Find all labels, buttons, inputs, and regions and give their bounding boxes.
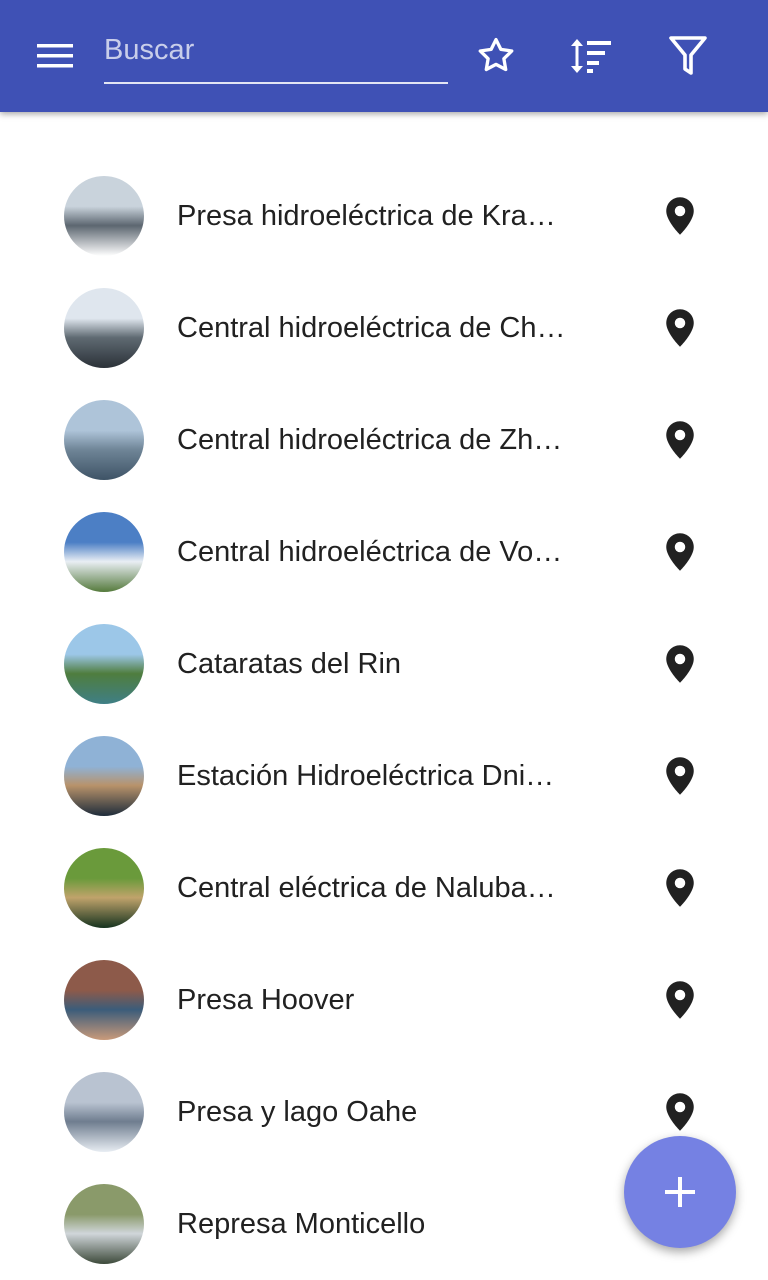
list-item-label: Presa y lago Oahe bbox=[177, 1096, 418, 1128]
list-item[interactable]: Presa Hoover bbox=[0, 944, 768, 1056]
place-thumbnail bbox=[64, 176, 144, 256]
menu-button[interactable] bbox=[28, 30, 84, 82]
location-button[interactable] bbox=[660, 1090, 700, 1134]
star-icon bbox=[478, 37, 514, 72]
location-button[interactable] bbox=[660, 530, 700, 574]
location-pin-icon bbox=[666, 197, 694, 235]
location-button[interactable] bbox=[660, 978, 700, 1022]
location-button[interactable] bbox=[660, 194, 700, 238]
place-thumbnail bbox=[64, 1072, 144, 1152]
filter-button[interactable] bbox=[660, 28, 716, 84]
list-item[interactable]: Estación Hidroeléctrica Dni… bbox=[0, 720, 768, 832]
sort-icon bbox=[571, 39, 611, 73]
list-item[interactable]: Central eléctrica de Naluba… bbox=[0, 832, 768, 944]
place-thumbnail bbox=[64, 624, 144, 704]
filter-icon bbox=[669, 36, 707, 75]
list-item-label: Central hidroeléctrica de Zh… bbox=[177, 424, 563, 456]
list-item[interactable]: Cataratas del Rin bbox=[0, 608, 768, 720]
list-item[interactable]: Central hidroeléctrica de Zh… bbox=[0, 384, 768, 496]
place-thumbnail bbox=[64, 736, 144, 816]
favorites-button[interactable] bbox=[468, 28, 524, 84]
location-pin-icon bbox=[666, 981, 694, 1019]
sort-button[interactable] bbox=[563, 28, 619, 84]
list-item-label: Represa Monticello bbox=[177, 1208, 426, 1240]
list-item-label: Presa hidroeléctrica de Kra… bbox=[177, 200, 556, 232]
location-pin-icon bbox=[666, 869, 694, 907]
place-thumbnail bbox=[64, 400, 144, 480]
place-thumbnail bbox=[64, 288, 144, 368]
list-item-label: Central hidroeléctrica de Ch… bbox=[177, 312, 566, 344]
app-bar bbox=[0, 0, 768, 112]
location-pin-icon bbox=[666, 757, 694, 795]
search-input[interactable] bbox=[104, 28, 444, 72]
menu-icon bbox=[37, 44, 73, 68]
list-item[interactable]: Presa hidroeléctrica de Kra… bbox=[0, 160, 768, 272]
search-field bbox=[104, 22, 448, 84]
location-button[interactable] bbox=[660, 866, 700, 910]
location-button[interactable] bbox=[660, 754, 700, 798]
list-item[interactable]: Central hidroeléctrica de Ch… bbox=[0, 272, 768, 384]
place-thumbnail bbox=[64, 512, 144, 592]
list-item-label: Presa Hoover bbox=[177, 984, 355, 1016]
location-pin-icon bbox=[666, 1093, 694, 1131]
place-thumbnail bbox=[64, 1184, 144, 1264]
list-item[interactable]: Central hidroeléctrica de Vo… bbox=[0, 496, 768, 608]
plus-icon bbox=[665, 1177, 695, 1207]
location-pin-icon bbox=[666, 309, 694, 347]
place-thumbnail bbox=[64, 960, 144, 1040]
location-button[interactable] bbox=[660, 306, 700, 350]
places-list: Presa hidroeléctrica de Kra… Central hidr… bbox=[0, 160, 768, 1280]
add-button[interactable] bbox=[624, 1136, 736, 1248]
location-pin-icon bbox=[666, 645, 694, 683]
place-thumbnail bbox=[64, 848, 144, 928]
location-pin-icon bbox=[666, 533, 694, 571]
list-item-label: Estación Hidroeléctrica Dni… bbox=[177, 760, 555, 792]
list-item-label: Central eléctrica de Naluba… bbox=[177, 872, 556, 904]
location-button[interactable] bbox=[660, 642, 700, 686]
location-button[interactable] bbox=[660, 418, 700, 462]
location-pin-icon bbox=[666, 421, 694, 459]
list-item-label: Cataratas del Rin bbox=[177, 648, 402, 680]
list-item-label: Central hidroeléctrica de Vo… bbox=[177, 536, 563, 568]
